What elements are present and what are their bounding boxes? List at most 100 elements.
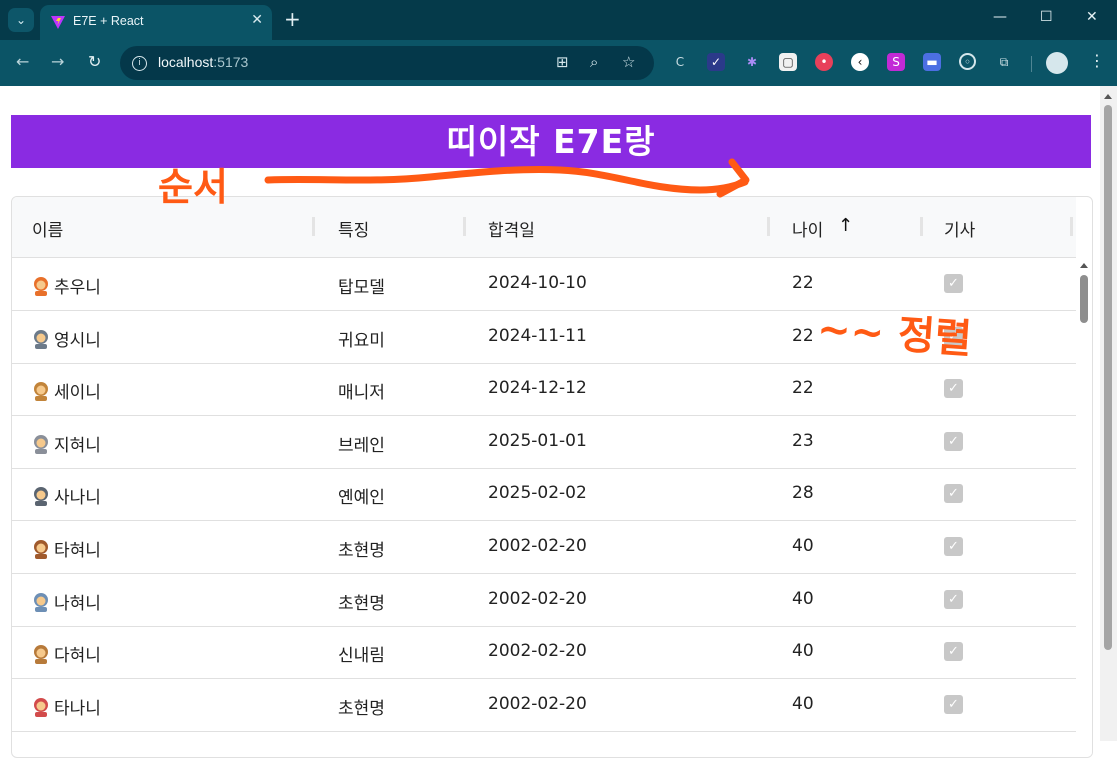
column-header-date[interactable]: 합격일 bbox=[488, 216, 535, 241]
page-scroll-up-icon[interactable] bbox=[1104, 94, 1112, 99]
table-row[interactable]: 지혀니 브레인 2025-01-01 23 ✓ bbox=[12, 416, 1076, 469]
site-info-icon[interactable]: i bbox=[132, 56, 147, 71]
page-title-banner: 띠이작 E7E랑 bbox=[11, 115, 1091, 168]
cell-name: 지혀니 bbox=[32, 431, 101, 456]
person-emoji-icon bbox=[34, 592, 48, 612]
column-separator[interactable] bbox=[767, 217, 770, 236]
extension-s-icon[interactable]: S bbox=[887, 53, 905, 71]
cell-name: 추우니 bbox=[32, 273, 101, 298]
extension-red-icon[interactable]: • bbox=[815, 53, 833, 71]
extension-gear-icon[interactable]: ✱ bbox=[743, 53, 761, 71]
url-text[interactable]: localhost:5173 bbox=[158, 54, 248, 70]
extension-square-icon[interactable]: ▢ bbox=[779, 53, 797, 71]
extension-back-icon[interactable]: ‹ bbox=[851, 53, 869, 71]
sort-ascending-icon[interactable]: ↑ bbox=[838, 215, 853, 236]
table-row[interactable]: 세이니 매니저 2024-12-12 22 ✓ bbox=[12, 363, 1076, 417]
close-tab-icon[interactable]: ✕ bbox=[251, 12, 263, 28]
grid-header: 이름 특징 합격일 나이 ↑ 기사 bbox=[12, 197, 1076, 258]
cell-age: 40 bbox=[792, 693, 814, 714]
back-arrow-icon[interactable]: ← bbox=[16, 52, 29, 71]
grid-scrollbar[interactable] bbox=[1076, 257, 1092, 757]
cell-trait: 초현명 bbox=[338, 593, 385, 614]
certified-checkbox[interactable]: ✓ bbox=[944, 537, 963, 556]
maximize-button[interactable]: ☐ bbox=[1040, 9, 1053, 25]
cell-date: 2025-02-02 bbox=[488, 483, 587, 504]
page-scroll-thumb[interactable] bbox=[1104, 105, 1112, 650]
cell-name: 영시니 bbox=[32, 326, 101, 351]
person-emoji-icon bbox=[34, 329, 48, 349]
new-tab-button[interactable]: + bbox=[284, 8, 301, 30]
cell-age: 22 bbox=[792, 273, 814, 293]
tab-strip: ⌄ E7E + React ✕ + — ☐ ✕ bbox=[0, 0, 1117, 40]
reload-icon[interactable]: ↻ bbox=[88, 52, 101, 71]
table-row[interactable]: 영시니 귀요미 2024-11-11 22 ✓ bbox=[12, 311, 1076, 364]
table-row[interactable]: 사나니 옌예인 2025-02-02 28 ✓ bbox=[12, 468, 1076, 522]
data-grid: 이름 특징 합격일 나이 ↑ 기사 추우니 탑모델 2024-10-10 22 ✓ 영시니… bbox=[11, 196, 1093, 758]
column-header-trait[interactable]: 특징 bbox=[338, 216, 369, 241]
translate-icon[interactable]: ⊞ bbox=[556, 53, 569, 71]
table-row[interactable]: 추우니 탑모델 2024-10-10 22 ✓ bbox=[12, 258, 1076, 311]
table-row[interactable]: 타나니 초현명 2002-02-20 40 ✓ bbox=[12, 679, 1076, 732]
extension-tag-icon[interactable]: ▬ bbox=[923, 53, 941, 71]
cell-trait: 신내림 bbox=[338, 646, 385, 667]
cell-date: 2002-02-20 bbox=[488, 588, 587, 609]
zoom-icon[interactable]: ⌕ bbox=[590, 53, 598, 71]
tab-title: E7E + React bbox=[73, 14, 144, 28]
column-separator[interactable] bbox=[920, 217, 923, 236]
cell-name: 타나니 bbox=[32, 694, 101, 719]
browser-toolbar: ← → ↻ i localhost:5173 ⊞ ⌕ ☆ C ✓ ✱ ▢ • ‹… bbox=[0, 40, 1117, 86]
extension-c-icon[interactable]: C bbox=[671, 53, 689, 71]
active-tab[interactable]: E7E + React ✕ bbox=[40, 5, 272, 40]
cell-date: 2024-10-10 bbox=[488, 273, 587, 293]
cell-age: 40 bbox=[792, 588, 814, 609]
bookmark-star-icon[interactable]: ☆ bbox=[622, 53, 635, 71]
column-separator[interactable] bbox=[1070, 217, 1073, 236]
profile-avatar-icon[interactable] bbox=[1046, 52, 1068, 74]
cell-date: 2025-01-01 bbox=[488, 430, 587, 451]
cell-date: 2002-02-20 bbox=[488, 641, 587, 662]
close-window-button[interactable]: ✕ bbox=[1086, 9, 1098, 25]
grid-scroll-thumb[interactable] bbox=[1080, 275, 1088, 323]
certified-checkbox[interactable]: ✓ bbox=[944, 274, 963, 293]
table-row[interactable]: 타혀니 초현명 2002-02-20 40 ✓ bbox=[12, 521, 1076, 574]
person-emoji-icon bbox=[34, 645, 48, 665]
cell-name: 타혀니 bbox=[32, 536, 101, 561]
cell-date: 2024-12-12 bbox=[488, 378, 587, 399]
cell-age: 40 bbox=[792, 536, 814, 556]
toolbar-divider bbox=[1031, 56, 1032, 72]
scroll-up-arrow-icon[interactable] bbox=[1080, 263, 1088, 268]
certified-checkbox[interactable]: ✓ bbox=[944, 642, 963, 662]
certified-checkbox[interactable]: ✓ bbox=[944, 431, 963, 451]
cell-trait: 탑모델 bbox=[338, 278, 385, 298]
certified-checkbox[interactable]: ✓ bbox=[944, 484, 963, 504]
certified-checkbox[interactable]: ✓ bbox=[944, 326, 963, 346]
column-header-name[interactable]: 이름 bbox=[32, 216, 63, 241]
certified-checkbox[interactable]: ✓ bbox=[944, 694, 963, 714]
table-row[interactable]: 다혀니 신내림 2002-02-20 40 ✓ bbox=[12, 626, 1076, 680]
column-header-age[interactable]: 나이 bbox=[792, 216, 823, 241]
tab-search-button[interactable]: ⌄ bbox=[8, 8, 34, 32]
page-scrollbar[interactable] bbox=[1100, 86, 1117, 741]
person-emoji-icon bbox=[34, 540, 48, 559]
column-separator[interactable] bbox=[463, 217, 466, 236]
certified-checkbox[interactable]: ✓ bbox=[944, 379, 963, 399]
extension-check-icon[interactable]: ✓ bbox=[707, 53, 725, 71]
cell-age: 22 bbox=[792, 325, 814, 346]
page-content: 띠이작 E7E랑 이름 특징 합격일 나이 ↑ 기사 추우니 탑모델 2024-10… bbox=[0, 86, 1117, 758]
cell-age: 23 bbox=[792, 430, 814, 451]
extension-target-icon[interactable]: ◦ bbox=[959, 53, 976, 70]
column-separator[interactable] bbox=[312, 217, 315, 236]
person-emoji-icon bbox=[34, 277, 48, 296]
cell-age: 28 bbox=[792, 483, 814, 504]
minimize-button[interactable]: — bbox=[993, 9, 1007, 25]
cell-trait: 매니저 bbox=[338, 383, 385, 404]
table-row[interactable]: 나혀니 초현명 2002-02-20 40 ✓ bbox=[12, 574, 1076, 627]
address-bar[interactable]: i localhost:5173 ⊞ ⌕ ☆ bbox=[120, 46, 654, 80]
browser-menu-icon[interactable]: ⋮ bbox=[1089, 51, 1105, 70]
certified-checkbox[interactable]: ✓ bbox=[944, 589, 963, 609]
cell-trait: 초현명 bbox=[338, 698, 385, 719]
forward-arrow-icon[interactable]: → bbox=[51, 52, 64, 71]
column-header-certified[interactable]: 기사 bbox=[944, 216, 975, 241]
cell-trait: 브레인 bbox=[338, 435, 385, 456]
extensions-puzzle-icon[interactable]: ⧉ bbox=[995, 53, 1013, 71]
